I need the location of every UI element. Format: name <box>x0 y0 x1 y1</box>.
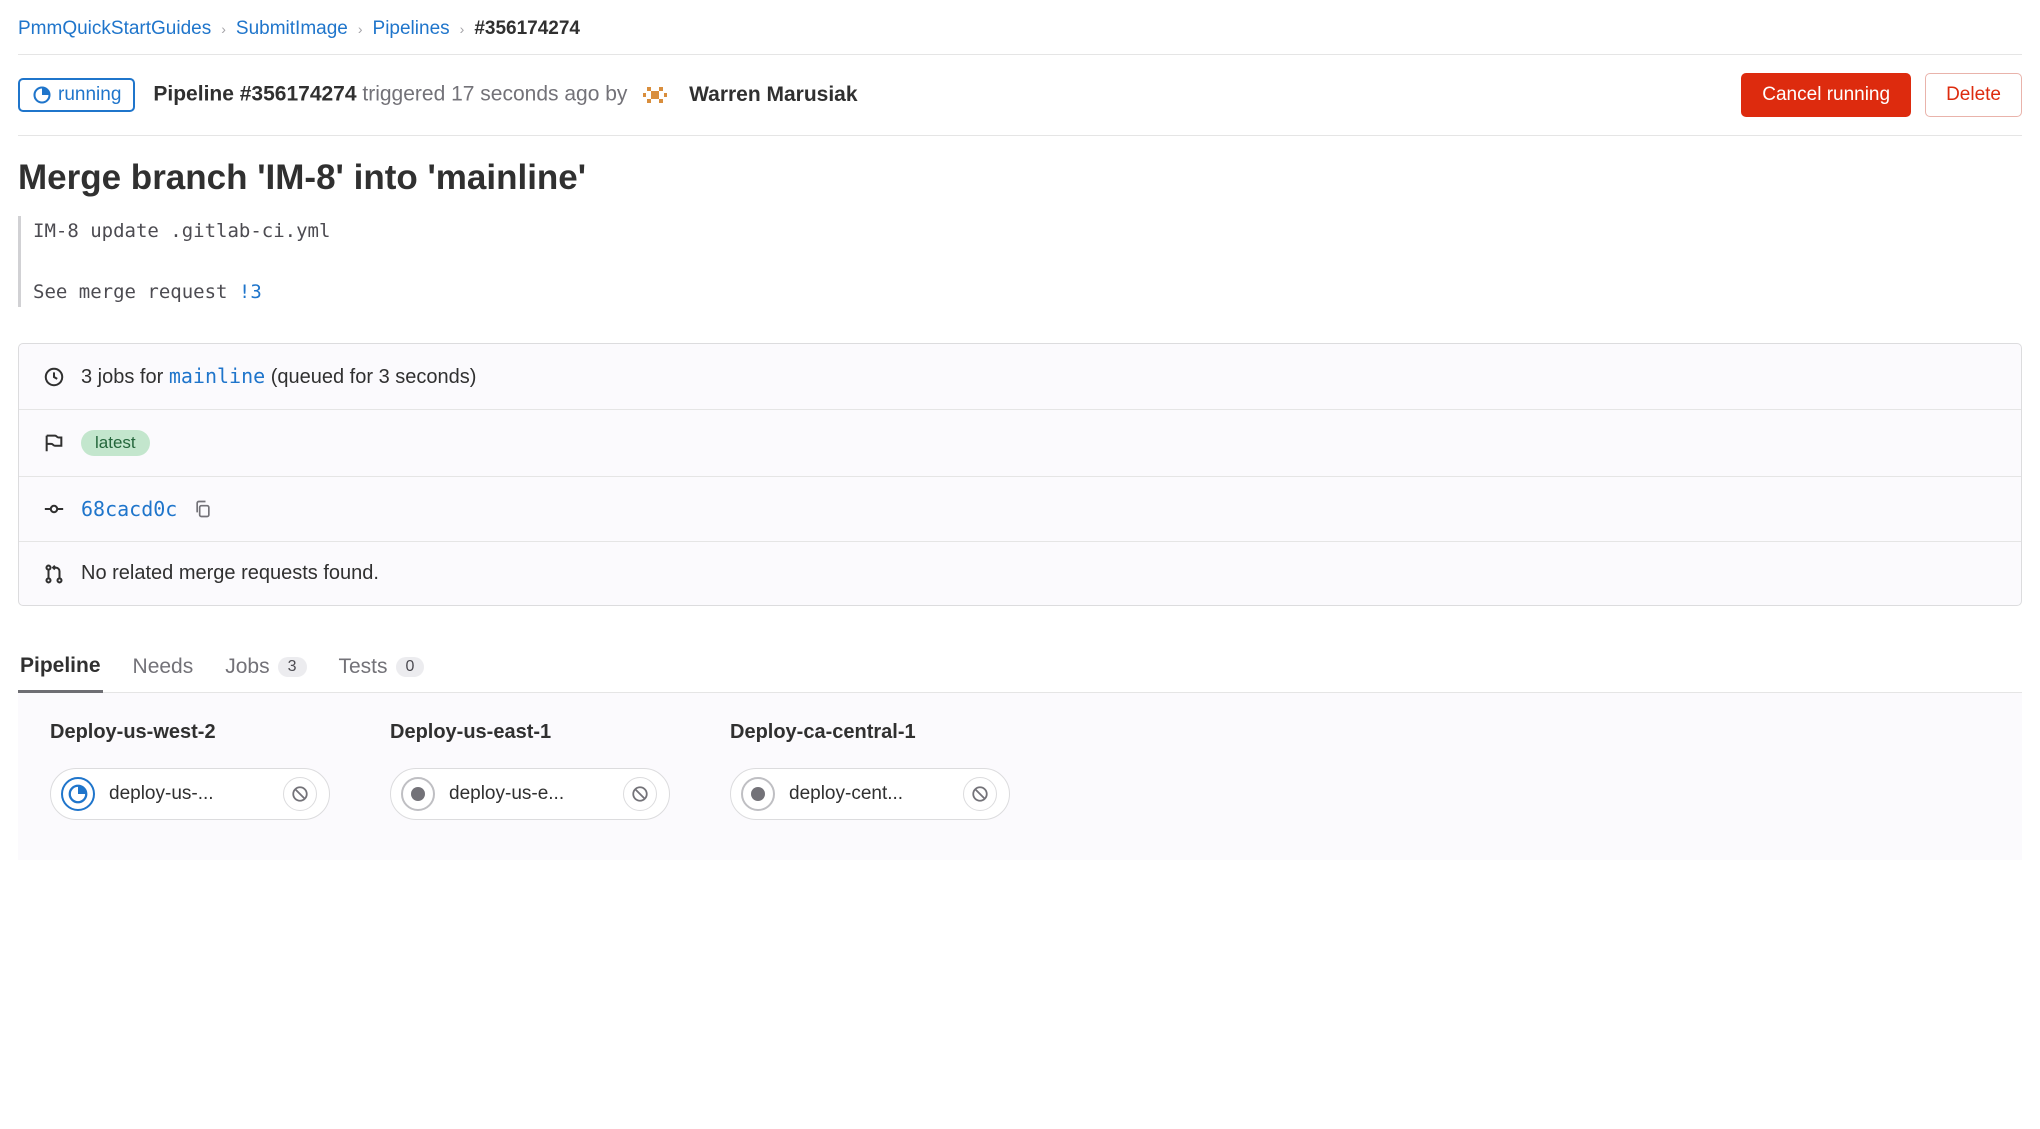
job-status-manual-icon <box>401 777 435 811</box>
commit-sha-link[interactable]: 68cacd0c <box>81 497 177 521</box>
pipeline-header: running Pipeline #356174274 triggered 17… <box>18 55 2022 135</box>
job-pill[interactable]: deploy-cent... <box>730 768 1010 820</box>
info-row-latest: latest <box>19 409 2021 476</box>
cancel-icon <box>971 785 989 803</box>
commit-icon <box>43 498 65 520</box>
running-icon <box>32 85 52 105</box>
tab-tests[interactable]: Tests 0 <box>337 646 427 692</box>
latest-badge: latest <box>81 430 150 456</box>
page-title: Merge branch 'IM-8' into 'mainline' <box>18 158 2022 198</box>
delete-button[interactable]: Delete <box>1925 73 2022 117</box>
info-row-mr: No related merge requests found. <box>19 541 2021 605</box>
info-row-jobs: 3 jobs for mainline (queued for 3 second… <box>19 344 2021 409</box>
jobs-summary: 3 jobs for mainline (queued for 3 second… <box>81 364 476 389</box>
chevron-right-icon: › <box>460 21 465 37</box>
info-row-commit: 68cacd0c <box>19 476 2021 541</box>
pipeline-graph: Deploy-us-west-2 deploy-us-... Deploy-us… <box>18 693 2022 860</box>
cancel-running-button[interactable]: Cancel running <box>1741 73 1911 117</box>
job-name: deploy-us-... <box>109 783 269 805</box>
job-name: deploy-us-e... <box>449 783 609 805</box>
chevron-right-icon: › <box>358 21 363 37</box>
commit-msg-line: IM-8 update .gitlab-ci.yml <box>33 216 2022 246</box>
avatar[interactable] <box>639 79 671 111</box>
identicon-icon <box>641 81 669 109</box>
header-actions: Cancel running Delete <box>1741 73 2022 117</box>
tab-jobs[interactable]: Jobs 3 <box>223 646 308 692</box>
stage-column: Deploy-us-west-2 deploy-us-... <box>50 721 330 820</box>
flag-icon <box>43 432 65 454</box>
commit-msg-mr-line: See merge request !3 <box>33 277 2022 307</box>
status-badge-running[interactable]: running <box>18 78 135 112</box>
user-link[interactable]: Warren Marusiak <box>689 83 857 106</box>
job-pill[interactable]: deploy-us-... <box>50 768 330 820</box>
header-left: running Pipeline #356174274 triggered 17… <box>18 78 858 112</box>
merge-request-icon <box>43 563 65 585</box>
breadcrumb-item[interactable]: SubmitImage <box>236 18 348 40</box>
breadcrumb-item[interactable]: Pipelines <box>373 18 450 40</box>
clock-icon <box>43 366 65 388</box>
tabs: Pipeline Needs Jobs 3 Tests 0 <box>18 646 2022 693</box>
cancel-job-button[interactable] <box>283 777 317 811</box>
chevron-right-icon: › <box>221 21 226 37</box>
job-status-manual-icon <box>741 777 775 811</box>
stage-title: Deploy-ca-central-1 <box>730 721 1010 744</box>
pipeline-label: Pipeline #356174274 <box>153 83 356 106</box>
divider <box>18 135 2022 136</box>
stage-column: Deploy-us-east-1 deploy-us-e... <box>390 721 670 820</box>
cancel-job-button[interactable] <box>623 777 657 811</box>
stage-title: Deploy-us-east-1 <box>390 721 670 744</box>
status-label: running <box>58 84 121 106</box>
triggered-text: triggered 17 seconds ago by <box>357 83 628 106</box>
cancel-job-button[interactable] <box>963 777 997 811</box>
job-pill[interactable]: deploy-us-e... <box>390 768 670 820</box>
cancel-icon <box>291 785 309 803</box>
breadcrumb-item[interactable]: PmmQuickStartGuides <box>18 18 211 40</box>
tab-pipeline[interactable]: Pipeline <box>18 646 103 693</box>
breadcrumb: PmmQuickStartGuides › SubmitImage › Pipe… <box>18 12 2022 54</box>
job-name: deploy-cent... <box>789 783 949 805</box>
merge-request-link[interactable]: !3 <box>239 281 262 303</box>
copy-icon[interactable] <box>193 499 213 519</box>
cancel-icon <box>631 785 649 803</box>
tab-needs[interactable]: Needs <box>131 646 196 692</box>
no-mr-text: No related merge requests found. <box>81 562 379 585</box>
branch-link[interactable]: mainline <box>169 364 265 388</box>
breadcrumb-current: #356174274 <box>474 18 580 40</box>
pipeline-info-panel: 3 jobs for mainline (queued for 3 second… <box>18 343 2022 606</box>
tests-count-badge: 0 <box>396 657 425 677</box>
stage-column: Deploy-ca-central-1 deploy-cent... <box>730 721 1010 820</box>
job-status-running-icon <box>61 777 95 811</box>
commit-message: IM-8 update .gitlab-ci.yml See merge req… <box>18 216 2022 307</box>
jobs-count-badge: 3 <box>278 657 307 677</box>
pipeline-meta: Pipeline #356174274 triggered 17 seconds… <box>153 79 857 111</box>
stage-title: Deploy-us-west-2 <box>50 721 330 744</box>
